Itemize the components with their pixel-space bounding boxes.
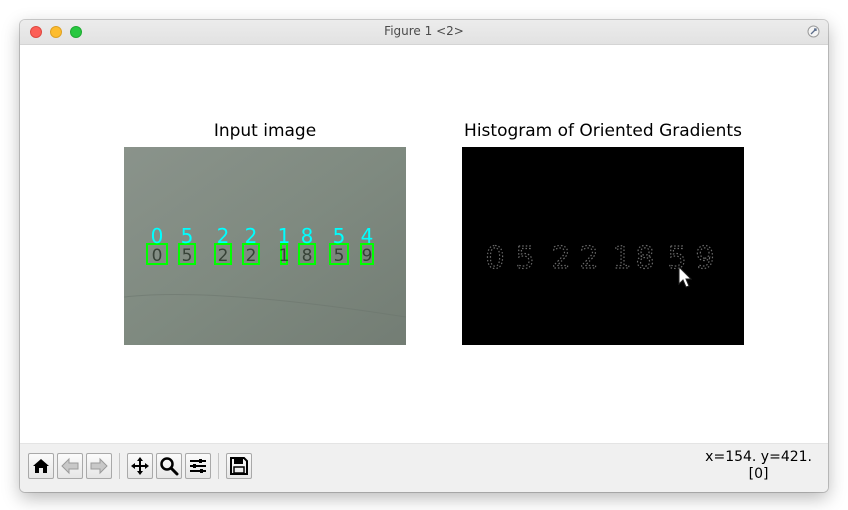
home-button[interactable]	[28, 453, 54, 479]
input-image-title: Input image	[213, 121, 317, 141]
hog-digit: 0	[485, 241, 504, 276]
pixel-value: [0]	[748, 466, 769, 482]
toolbar-separator	[218, 453, 219, 479]
handwritten-digit: 1	[279, 246, 290, 266]
configure-subplots-icon	[190, 459, 206, 473]
pan-button[interactable]	[127, 453, 153, 479]
forward-button[interactable]	[86, 453, 112, 479]
handwritten-digit: 5	[334, 246, 345, 266]
handwritten-digit: 9	[362, 246, 373, 266]
predicted-digit-label: 4	[361, 224, 374, 248]
handwritten-digit: 5	[182, 246, 193, 266]
python-rocket-icon	[807, 25, 820, 38]
hog-digit: 2	[579, 241, 598, 276]
configure-subplots-button[interactable]	[185, 453, 211, 479]
window-title: Figure 1 <2>	[384, 24, 464, 38]
hog-title: Histogram of Oriented Gradients	[464, 121, 742, 141]
zoom-icon	[160, 457, 179, 476]
hog-digit: 8	[635, 241, 654, 276]
hog-digit: 9	[695, 241, 714, 276]
figure-canvas[interactable]: Input image Histogram of Oriented Gradie…	[20, 45, 828, 443]
save-button[interactable]	[226, 453, 252, 479]
input-image-axes[interactable]: 0055222211885594	[124, 147, 406, 345]
handwritten-digit: 0	[152, 246, 163, 266]
zoom-button[interactable]	[156, 453, 182, 479]
cursor-readout: x=154. y=421. [0]	[705, 449, 812, 483]
back-button[interactable]	[57, 453, 83, 479]
hog-image: 05221859	[462, 147, 744, 345]
home-icon	[33, 459, 49, 473]
hog-digit: 2	[551, 241, 570, 276]
predicted-digit-label: 2	[245, 224, 258, 248]
toolbar-separator	[119, 453, 120, 479]
handwritten-digit: 2	[218, 246, 229, 266]
hog-digit: 1	[612, 241, 631, 276]
back-icon	[61, 457, 79, 475]
title-bar: Figure 1 <2>	[20, 20, 828, 45]
input-image: 0055222211885594	[124, 147, 406, 345]
figure-window: Figure 1 <2> Input image Histogram of Or…	[20, 20, 828, 492]
predicted-digit-label: 2	[217, 224, 230, 248]
handwritten-digit: 2	[246, 246, 257, 266]
hog-digit: 5	[515, 241, 534, 276]
save-icon	[230, 457, 248, 475]
handwritten-digit: 8	[302, 246, 313, 266]
predicted-digit-label: 8	[301, 224, 314, 248]
navigation-toolbar: x=154. y=421. [0]	[20, 443, 828, 492]
hog-axes[interactable]: 05221859	[462, 147, 744, 345]
predicted-digit-label: 1	[278, 224, 291, 248]
forward-icon	[90, 457, 108, 475]
predicted-digit-label: 5	[181, 224, 194, 248]
predicted-digit-label: 5	[333, 224, 346, 248]
predicted-digit-label: 0	[151, 224, 164, 248]
pan-icon	[131, 457, 149, 475]
cursor-coordinates: x=154. y=421.	[705, 449, 812, 465]
hog-digit: 5	[667, 241, 686, 276]
